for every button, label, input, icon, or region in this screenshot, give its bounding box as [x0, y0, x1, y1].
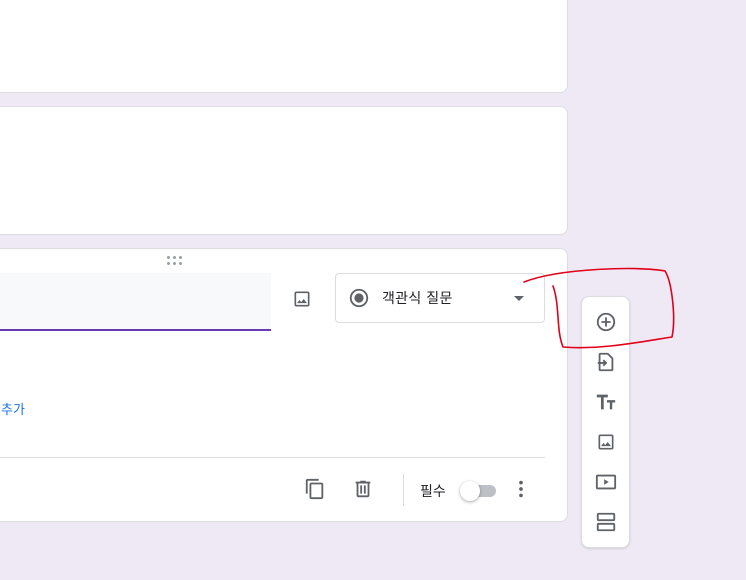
duplicate-button[interactable]	[302, 476, 328, 502]
radio-button-icon	[349, 288, 369, 308]
section-icon	[596, 512, 616, 532]
required-toggle[interactable]	[460, 481, 496, 501]
footer-separator	[403, 474, 404, 506]
question-type-label: 객관식 질문	[382, 291, 453, 307]
add-image-tool-button[interactable]	[594, 430, 618, 454]
previous-question-card[interactable]	[0, 0, 568, 93]
video-icon	[595, 474, 617, 490]
add-section-button[interactable]	[594, 510, 618, 534]
copy-icon	[305, 478, 324, 500]
toggle-thumb	[460, 481, 480, 501]
add-question-button[interactable]	[594, 310, 618, 334]
import-icon	[597, 352, 614, 372]
image-icon	[598, 434, 614, 450]
card-footer-divider	[0, 457, 545, 458]
trash-icon	[355, 480, 371, 498]
add-circle-icon	[596, 312, 616, 332]
import-questions-button[interactable]	[594, 350, 618, 374]
add-image-button[interactable]	[289, 287, 315, 311]
more-vert-icon	[519, 480, 523, 498]
delete-button[interactable]	[350, 476, 376, 502]
add-option-link[interactable]: 추가	[1, 399, 25, 418]
drag-handle-icon[interactable]	[167, 256, 183, 266]
previous-question-card-2[interactable]	[0, 106, 568, 235]
question-type-dropdown[interactable]: 객관식 질문	[335, 273, 545, 323]
add-video-button[interactable]	[594, 470, 618, 494]
more-options-button[interactable]	[508, 476, 534, 502]
floating-toolbar	[581, 296, 630, 548]
title-text-icon	[596, 394, 616, 410]
required-label: 필수	[420, 484, 446, 500]
image-icon	[294, 291, 310, 307]
chevron-down-icon	[514, 296, 524, 301]
add-title-button[interactable]	[594, 390, 618, 414]
question-title-input[interactable]	[0, 273, 271, 331]
active-question-card[interactable]: 객관식 질문 추가 필수	[0, 248, 568, 522]
